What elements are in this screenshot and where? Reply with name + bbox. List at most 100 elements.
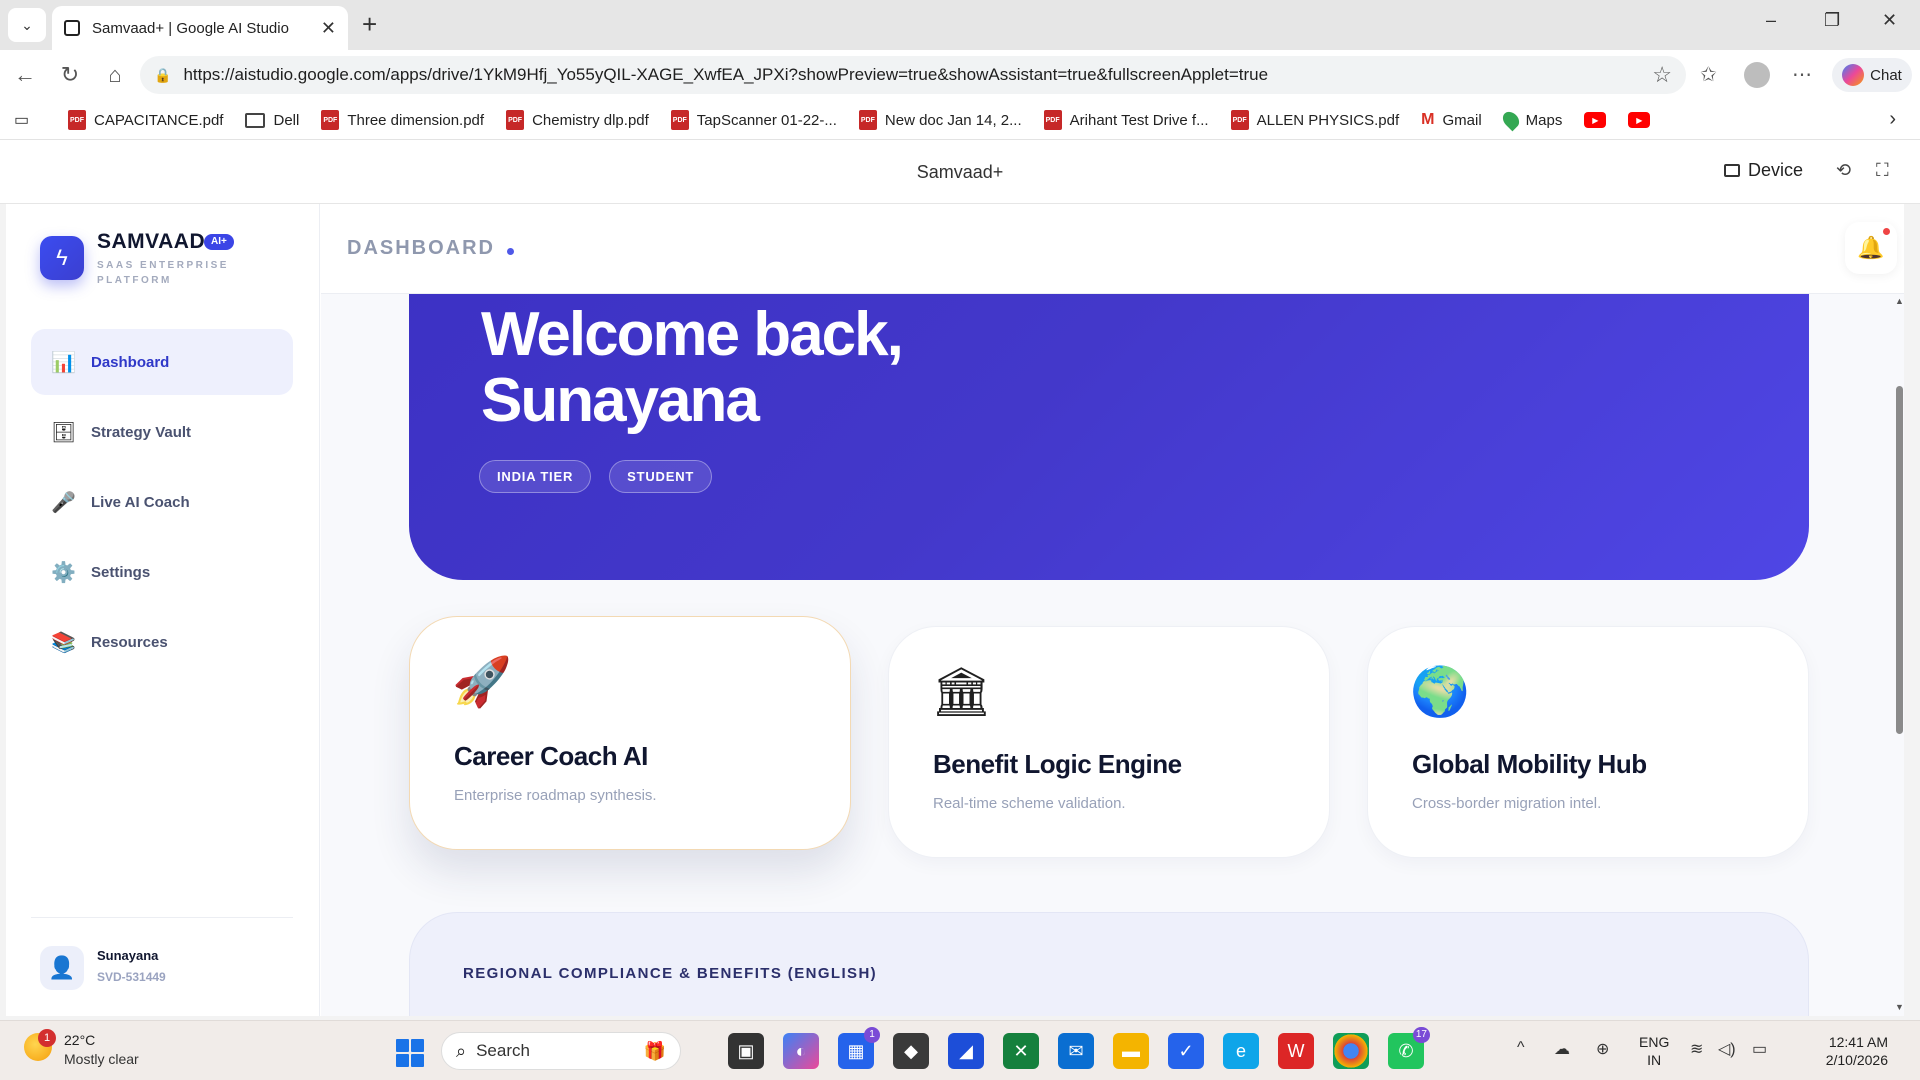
task-view-icon[interactable]: ▣ — [728, 1033, 764, 1069]
user-name: Sunayana — [97, 948, 159, 963]
wifi-icon[interactable]: ≋ — [1690, 1039, 1703, 1059]
close-window-button[interactable]: ✕ — [1882, 10, 1897, 31]
card-benefit-logic-engine[interactable]: 🏛 Benefit Logic Engine Real-time scheme … — [888, 626, 1330, 858]
new-tab-button[interactable]: + — [362, 10, 377, 38]
scrollbar-thumb[interactable] — [1896, 386, 1903, 734]
profile-avatar[interactable] — [1744, 62, 1770, 88]
outlook-icon[interactable]: ✉ — [1058, 1033, 1094, 1069]
folder-icon — [245, 112, 266, 128]
chevron-right-icon[interactable]: › — [1889, 108, 1896, 131]
bookmark-item[interactable]: PDF TapScanner 01-22-... — [670, 110, 837, 130]
whatsapp-icon[interactable]: ✆ 17 — [1388, 1027, 1430, 1069]
sidebar-item-strategy-vault[interactable]: 🗄 Strategy Vault — [31, 399, 293, 465]
sidebar-item-label: Resources — [91, 633, 168, 651]
todo-icon[interactable]: ✓ — [1168, 1033, 1204, 1069]
store-badge: 1 — [864, 1027, 880, 1043]
home-icon[interactable]: ⌂ — [102, 62, 128, 88]
back-arrow-icon[interactable]: ← — [12, 62, 38, 88]
card-title: Benefit Logic Engine — [933, 749, 1182, 779]
card-subtitle: Real-time scheme validation. — [933, 795, 1126, 812]
chevron-down-icon: ⌄ — [21, 16, 33, 33]
bookmark-label: Maps — [1525, 111, 1563, 129]
chrome-icon[interactable] — [1333, 1033, 1369, 1069]
browser-tab-active[interactable]: Samvaad+ | Google AI Studio ✕ — [52, 6, 348, 50]
bookmark-star-icon[interactable]: ☆ — [1652, 62, 1672, 88]
feature-cards: 🚀 Career Coach AI Enterprise roadmap syn… — [409, 616, 1809, 858]
tray-chevron-up-icon[interactable]: ^ — [1517, 1039, 1525, 1057]
bookmark-item-youtube[interactable]: ▶ — [1584, 112, 1607, 128]
sidebar-item-settings[interactable]: ⚙️ Settings — [31, 539, 293, 605]
weather-badge: 1 — [38, 1029, 56, 1047]
bookmark-item[interactable]: PDF New doc Jan 14, 2... — [858, 110, 1022, 130]
card-career-coach-ai[interactable]: 🚀 Career Coach AI Enterprise roadmap syn… — [409, 616, 851, 850]
tab-list-button[interactable]: ⌄ — [8, 8, 46, 42]
pdf-icon: PDF — [858, 110, 877, 130]
sidebar-item-resources[interactable]: 📚 Resources — [31, 609, 293, 675]
hero-heading: Welcome back, Sunayana — [481, 302, 904, 434]
onedrive-icon[interactable]: ☁ — [1554, 1039, 1570, 1059]
network-globe-icon[interactable]: ⊕ — [1596, 1039, 1609, 1059]
youtube-icon: ▶ — [1584, 112, 1607, 128]
bookmark-item[interactable]: PDF ALLEN PHYSICS.pdf — [1230, 110, 1399, 130]
collections-icon[interactable]: ▭ — [14, 110, 29, 130]
unity-icon[interactable]: ◆ — [893, 1033, 929, 1069]
close-tab-icon[interactable]: ✕ — [321, 18, 336, 39]
xbox-icon[interactable]: ✕ — [1003, 1033, 1039, 1069]
sidebar-item-live-ai-coach[interactable]: 🎤 Live AI Coach — [31, 469, 293, 535]
minimize-window-button[interactable]: – — [1766, 10, 1776, 31]
site-info-icon[interactable]: 🔒 — [154, 67, 171, 84]
edge-icon[interactable]: e — [1223, 1033, 1259, 1069]
weather-temp: 22°C — [64, 1032, 96, 1048]
taskbar-clock[interactable]: 12:41 AM 2/10/2026 — [1794, 1033, 1888, 1069]
brand-name: SAMVAAD — [97, 230, 206, 253]
microphone-icon: 🎤 — [51, 491, 76, 514]
copilot-chat-button[interactable]: Chat — [1832, 58, 1912, 92]
url-field[interactable]: 🔒 https://aistudio.google.com/apps/drive… — [140, 56, 1686, 94]
bookmark-item[interactable]: PDF CAPACITANCE.pdf — [68, 110, 223, 130]
bookmark-item[interactable]: PDF Chemistry dlp.pdf — [506, 110, 649, 130]
role-tag: STUDENT — [609, 460, 713, 493]
windows-start-icon[interactable] — [396, 1039, 424, 1067]
bookmark-item[interactable]: Dell — [245, 112, 299, 129]
compliance-panel: REGIONAL COMPLIANCE & BENEFITS (ENGLISH) — [409, 912, 1809, 1016]
lang-region: IN — [1647, 1052, 1662, 1068]
bookmark-item[interactable]: PDF Three dimension.pdf — [321, 110, 484, 130]
scroll-up-arrow-icon[interactable]: ▲ — [1895, 296, 1904, 306]
status-dot — [507, 248, 514, 255]
volume-icon[interactable]: ◁) — [1718, 1039, 1736, 1059]
url-text: https://aistudio.google.com/apps/drive/1… — [183, 65, 1269, 84]
search-label: Search — [476, 1041, 530, 1060]
restore-window-button[interactable]: ❐ — [1824, 10, 1840, 31]
editor-app-icon[interactable]: ◢ — [948, 1033, 984, 1069]
more-menu-icon[interactable]: ⋯ — [1792, 62, 1812, 87]
refresh-preview-icon[interactable]: ⟲ — [1836, 160, 1851, 181]
bookmark-item-youtube[interactable]: ▶ — [1628, 112, 1651, 128]
user-id: SVD-531449 — [97, 970, 166, 984]
vault-icon: 🗄 — [51, 421, 77, 444]
wps-office-icon[interactable]: W — [1278, 1033, 1314, 1069]
divider — [31, 917, 293, 918]
tab-title: Samvaad+ | Google AI Studio — [92, 19, 289, 37]
card-global-mobility-hub[interactable]: 🌍 Global Mobility Hub Cross-border migra… — [1367, 626, 1809, 858]
content-scrollbar[interactable]: ▲ ▼ — [1894, 294, 1904, 1016]
bookmark-label: Gmail — [1442, 111, 1482, 129]
device-button[interactable]: Device — [1724, 160, 1803, 181]
file-explorer-icon[interactable]: ▬ — [1113, 1033, 1149, 1069]
sidebar-item-dashboard[interactable]: 📊 Dashboard — [31, 329, 293, 395]
fullscreen-icon[interactable]: ⛶ — [1876, 160, 1889, 181]
bookmark-item[interactable]: M Gmail — [1421, 111, 1482, 129]
bookmark-label: Arihant Test Drive f... — [1069, 111, 1209, 129]
user-avatar-icon[interactable]: 👤 — [40, 946, 84, 990]
favorites-icon[interactable]: ✩ — [1700, 62, 1717, 87]
bookmark-item[interactable]: PDF Arihant Test Drive f... — [1043, 110, 1209, 130]
language-indicator[interactable]: ENG IN — [1639, 1033, 1669, 1069]
taskbar-search[interactable]: ⌕ Search 🎁 — [441, 1032, 681, 1070]
bookmark-item[interactable]: Maps — [1499, 108, 1563, 132]
main-content: Welcome back, Sunayana INDIA TIER STUDEN… — [321, 294, 1904, 1016]
scroll-down-arrow-icon[interactable]: ▼ — [1895, 1002, 1904, 1012]
store-icon[interactable]: ▦ 1 — [838, 1027, 880, 1069]
copilot-app-icon[interactable]: ◐ — [783, 1033, 819, 1069]
reload-icon[interactable]: ↻ — [57, 62, 83, 88]
windows-taskbar: 1 22°C Mostly clear ⌕ Search 🎁 ▣ ◐ ▦ 1 ◆ … — [0, 1020, 1920, 1080]
battery-icon[interactable]: ▭ — [1752, 1039, 1767, 1059]
